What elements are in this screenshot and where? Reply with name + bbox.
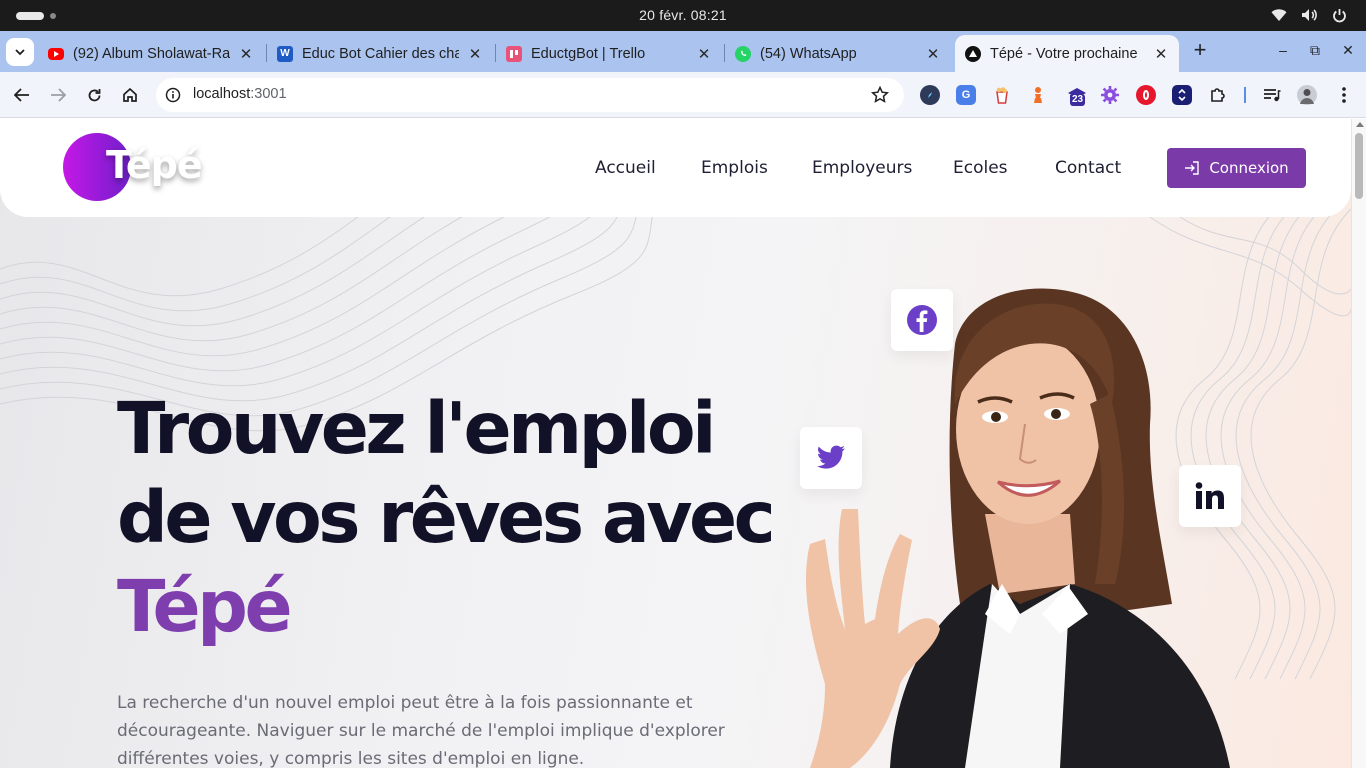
os-clock[interactable]: 20 févr. 08:21 — [0, 7, 1366, 23]
hero-title-line2: de vos rêves avec — [117, 476, 776, 559]
nav-contact[interactable]: Contact — [1055, 158, 1121, 178]
chevron-down-icon — [15, 48, 25, 55]
hero-title: Trouvez l'emploi de vos rêves avec Tépé — [117, 384, 777, 651]
login-button[interactable]: Connexion — [1167, 148, 1306, 188]
web-page: Tépé Accueil Emplois Employeurs Ecoles C… — [0, 119, 1351, 768]
home-icon — [123, 87, 137, 102]
trello-icon — [506, 45, 522, 62]
tab-word-doc[interactable]: W Educ Bot Cahier des cha ✕ — [267, 35, 493, 72]
extension-gear-icon[interactable] — [1100, 85, 1120, 105]
arrow-left-icon — [14, 88, 29, 102]
extension-popcorn-icon[interactable] — [992, 85, 1012, 105]
tab-title: Educ Bot Cahier des cha — [302, 45, 459, 62]
extension-badge: 23 — [1070, 94, 1086, 106]
tab-title: Tépé - Votre prochaine — [990, 45, 1138, 62]
arrow-right-icon — [51, 88, 66, 102]
extension-translate-icon[interactable]: G — [956, 85, 976, 105]
url-port: :3001 — [250, 86, 287, 102]
window-close-button[interactable]: ✕ — [1340, 42, 1356, 59]
close-icon[interactable]: ✕ — [467, 45, 483, 63]
linkedin-button[interactable] — [1179, 465, 1241, 527]
tab-trello[interactable]: EductgBot | Trello ✕ — [496, 35, 722, 72]
close-icon[interactable]: ✕ — [696, 45, 712, 63]
new-tab-button[interactable]: + — [1189, 39, 1211, 63]
close-icon[interactable]: ✕ — [1153, 45, 1169, 63]
youtube-icon — [48, 47, 64, 60]
extension-school-icon[interactable]: 23 — [1064, 85, 1090, 106]
twitter-icon — [817, 445, 845, 469]
bookmark-star-icon[interactable] — [870, 85, 890, 105]
facebook-icon — [907, 305, 937, 335]
extensions-puzzle-icon[interactable] — [1208, 85, 1228, 105]
minimize-button[interactable]: – — [1275, 42, 1291, 58]
facebook-button[interactable] — [891, 289, 953, 351]
browser-menu-icon[interactable] — [1334, 85, 1354, 105]
back-button[interactable] — [10, 83, 34, 107]
reload-button[interactable] — [82, 83, 106, 107]
scrollbar-thumb[interactable] — [1355, 133, 1363, 199]
nav-employeurs[interactable]: Employeurs — [812, 158, 912, 178]
reload-icon — [88, 88, 100, 101]
login-icon — [1185, 161, 1200, 175]
tab-title: EductgBot | Trello — [531, 45, 646, 62]
profile-avatar[interactable] — [1297, 85, 1317, 105]
site-header: Tépé Accueil Emplois Employeurs Ecoles C… — [0, 119, 1351, 217]
os-top-bar: 20 févr. 08:21 — [0, 0, 1366, 31]
media-control-icon[interactable] — [1262, 85, 1282, 105]
tab-title: (92) Album Sholawat-Ra — [73, 45, 230, 62]
toolbar-divider — [1244, 87, 1246, 103]
login-button-label: Connexion — [1209, 159, 1289, 177]
tab-strip: (92) Album Sholawat-Ra ✕ W Educ Bot Cahi… — [0, 31, 1366, 72]
extension-chess-icon[interactable] — [1028, 85, 1048, 105]
site-logo[interactable]: Tépé — [106, 143, 203, 187]
close-icon[interactable]: ✕ — [925, 45, 941, 63]
linkedin-icon — [1195, 482, 1224, 509]
wifi-icon[interactable] — [1270, 7, 1288, 23]
scroll-up-arrow-icon[interactable] — [1356, 122, 1364, 127]
page-scrollbar[interactable] — [1351, 119, 1366, 768]
extension-shortcut-icon[interactable] — [1172, 85, 1192, 105]
tab-search-button[interactable] — [6, 38, 34, 66]
volume-icon[interactable] — [1300, 7, 1318, 23]
extension-opera-icon[interactable] — [1136, 85, 1156, 105]
hero-title-accent: Tépé — [117, 565, 293, 648]
system-tray[interactable] — [1270, 7, 1348, 23]
hero-title-line1: Trouvez l'emploi — [117, 387, 716, 470]
tab-youtube[interactable]: (92) Album Sholawat-Ra ✕ — [38, 35, 264, 72]
app-triangle-icon — [965, 45, 981, 62]
address-bar[interactable]: localhost:3001 — [156, 78, 904, 112]
site-info-icon[interactable] — [165, 87, 181, 103]
tab-tepe-active[interactable]: Tépé - Votre prochaine ✕ — [955, 35, 1179, 72]
browser-toolbar: localhost:3001 G 23 — [0, 72, 1366, 118]
close-icon[interactable]: ✕ — [238, 45, 254, 63]
power-icon[interactable] — [1330, 7, 1348, 23]
home-button[interactable] — [118, 83, 142, 107]
forward-button[interactable] — [46, 83, 70, 107]
hero-description: La recherche d'un nouvel emploi peut êtr… — [117, 693, 725, 768]
nav-accueil[interactable]: Accueil — [595, 158, 656, 178]
url-host: localhost — [193, 86, 251, 102]
extension-compass-icon[interactable] — [920, 85, 940, 105]
twitter-button[interactable] — [800, 427, 862, 489]
url-text[interactable]: localhost:3001 — [193, 86, 287, 102]
restore-button[interactable]: ⧉ — [1307, 42, 1323, 59]
whatsapp-icon — [735, 45, 751, 62]
tab-title: (54) WhatsApp — [760, 45, 857, 62]
nav-ecoles[interactable]: Ecoles — [953, 158, 1008, 178]
nav-emplois[interactable]: Emplois — [701, 158, 768, 178]
word-icon: W — [277, 45, 293, 62]
tab-whatsapp[interactable]: (54) WhatsApp ✕ — [725, 35, 951, 72]
